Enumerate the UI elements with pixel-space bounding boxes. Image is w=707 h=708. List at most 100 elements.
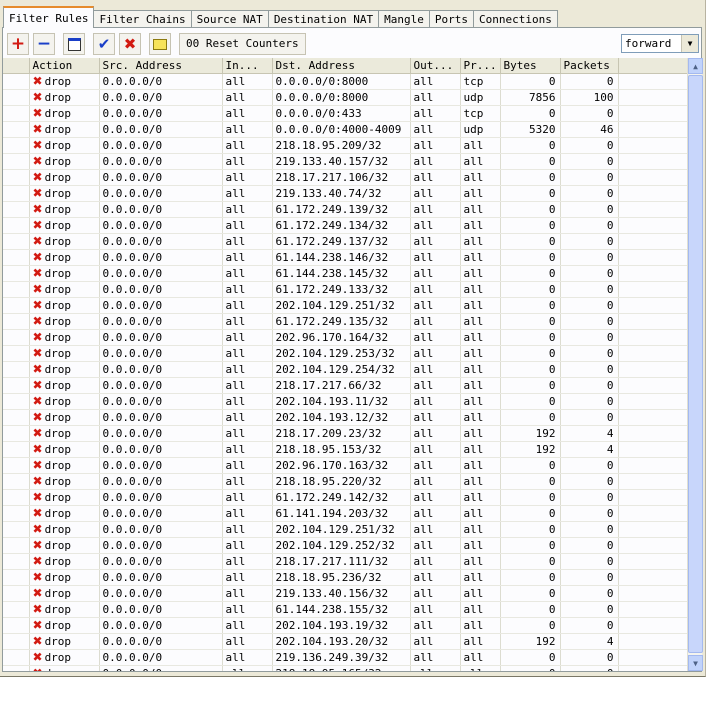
row-filler <box>618 505 687 522</box>
tab-destination-nat[interactable]: Destination NAT <box>267 10 380 28</box>
table-row[interactable]: ✖ drop 0.0.0.0/0 all 61.144.238.145/32 all all… <box>3 265 687 282</box>
col-header-src-address[interactable]: Src. Address <box>99 58 223 74</box>
table-row[interactable]: ✖ drop 0.0.0.0/0 all 202.104.193.12/32 all all… <box>3 409 687 426</box>
table-row[interactable]: ✖ drop 0.0.0.0/0 all 61.172.249.134/32 all all… <box>3 217 687 234</box>
cell-packets: 0 <box>560 457 619 474</box>
cell-packets: 0 <box>560 665 619 671</box>
tab-filter-chains[interactable]: Filter Chains <box>93 10 192 28</box>
enable-rule-button[interactable]: ✔ <box>93 33 115 55</box>
tab-ports[interactable]: Ports <box>428 10 475 28</box>
row-filler <box>618 649 687 666</box>
table-row[interactable]: ✖ drop 0.0.0.0/0 all 202.104.193.19/32 all all… <box>3 617 687 634</box>
disable-rule-button[interactable]: ✖ <box>119 33 141 55</box>
cell-dst-address: 61.172.249.139/32 <box>272 201 411 218</box>
table-row[interactable]: ✖ drop 0.0.0.0/0 all 202.104.193.11/32 all all… <box>3 393 687 410</box>
table-row[interactable]: ✖ drop 0.0.0.0/0 all 218.18.95.236/32 all all 0… <box>3 569 687 586</box>
tab-source-nat[interactable]: Source NAT <box>190 10 269 28</box>
table-row[interactable]: ✖ drop 0.0.0.0/0 all 218.17.209.23/32 all all 1… <box>3 425 687 442</box>
col-header-out-interface[interactable]: Out... <box>410 58 461 74</box>
row-marker <box>3 393 30 410</box>
table-row[interactable]: ✖ drop 0.0.0.0/0 all 61.144.238.155/32 all all… <box>3 601 687 618</box>
remove-rule-button[interactable]: − <box>33 33 55 55</box>
col-header-packets[interactable]: Packets <box>560 58 619 74</box>
scroll-down-button[interactable]: ▼ <box>688 655 703 671</box>
drop-icon: ✖ <box>32 490 43 504</box>
cell-in-interface: all <box>222 89 273 106</box>
table-row[interactable]: ✖ drop 0.0.0.0/0 all 202.104.129.251/32 all al… <box>3 521 687 538</box>
table-row[interactable]: ✖ drop 0.0.0.0/0 all 0.0.0.0/0:8000 all udp 785… <box>3 89 687 106</box>
col-header-in-interface[interactable]: In... <box>222 58 273 74</box>
scroll-thumb[interactable] <box>688 75 703 653</box>
col-header-action[interactable]: Action <box>29 58 100 74</box>
cell-packets: 4 <box>560 633 619 650</box>
action-label: drop <box>44 379 72 392</box>
table-row[interactable]: ✖ drop 0.0.0.0/0 all 218.18.95.153/32 all all 1… <box>3 441 687 458</box>
table-row[interactable]: ✖ drop 0.0.0.0/0 all 202.96.170.164/32 all all… <box>3 329 687 346</box>
table-row[interactable]: ✖ drop 0.0.0.0/0 all 61.141.194.203/32 all all… <box>3 505 687 522</box>
cell-src-address: 0.0.0.0/0 <box>99 329 223 346</box>
table-row[interactable]: ✖ drop 0.0.0.0/0 all 61.172.249.135/32 all all… <box>3 313 687 330</box>
col-header-protocol[interactable]: Pr... <box>460 58 501 74</box>
table-row[interactable]: ✖drop0.0.0.0/0all218.18.95.165/32allall0… <box>3 665 687 671</box>
cell-dst-address: 202.104.193.19/32 <box>272 617 411 634</box>
cell-dst-address: 219.133.40.157/32 <box>272 153 411 170</box>
drop-icon: ✖ <box>32 506 43 520</box>
cell-dst-address: 61.141.194.203/32 <box>272 505 411 522</box>
tab-mangle[interactable]: Mangle <box>378 10 430 28</box>
table-row[interactable]: ✖ drop 0.0.0.0/0 all 219.133.40.156/32 all all… <box>3 585 687 602</box>
table-row[interactable]: ✖ drop 0.0.0.0/0 all 61.144.238.146/32 all all… <box>3 249 687 266</box>
table-row[interactable]: ✖ drop 0.0.0.0/0 all 218.18.95.209/32 all all 0… <box>3 137 687 154</box>
cell-dst-address: 219.136.249.39/32 <box>272 649 411 666</box>
cell-packets: 0 <box>560 617 619 634</box>
drop-icon: ✖ <box>32 250 43 264</box>
cell-in-interface: all <box>222 393 273 410</box>
chain-select[interactable]: forward ▼ <box>621 34 699 53</box>
cell-packets: 0 <box>560 601 619 618</box>
cell-packets: 0 <box>560 569 619 586</box>
table-row[interactable]: ✖ drop 0.0.0.0/0 all 202.104.129.254/32 all al… <box>3 361 687 378</box>
chevron-down-icon[interactable]: ▼ <box>681 35 698 52</box>
table-row[interactable]: ✖ drop 0.0.0.0/0 all 61.172.249.137/32 all all… <box>3 233 687 250</box>
table-row[interactable]: ✖ drop 0.0.0.0/0 all 61.172.249.133/32 all all… <box>3 281 687 298</box>
col-header-dst-address[interactable]: Dst. Address <box>272 58 411 74</box>
cell-in-interface: all <box>222 297 273 314</box>
drop-icon: ✖ <box>32 106 43 120</box>
table-row[interactable]: ✖ drop 0.0.0.0/0 all 0.0.0.0/0:8000 all tcp 0 0 <box>3 73 687 90</box>
vertical-scrollbar[interactable]: ▲ ▼ <box>687 58 703 671</box>
cell-action: ✖drop <box>29 537 100 554</box>
table-row[interactable]: ✖ drop 0.0.0.0/0 all 219.136.249.39/32 all all… <box>3 649 687 666</box>
drop-icon: ✖ <box>32 298 43 312</box>
cell-out-interface: all <box>410 185 461 202</box>
table-row[interactable]: ✖ drop 0.0.0.0/0 all 219.133.40.157/32 all all… <box>3 153 687 170</box>
add-rule-button[interactable]: + <box>7 33 29 55</box>
tab-filter-rules[interactable]: Filter Rules <box>3 6 95 28</box>
table-row[interactable]: ✖ drop 0.0.0.0/0 all 202.104.193.20/32 all all… <box>3 633 687 650</box>
table-row[interactable]: ✖ drop 0.0.0.0/0 all 61.172.249.142/32 all all… <box>3 489 687 506</box>
table-row[interactable]: ✖ drop 0.0.0.0/0 all 202.104.129.251/32 all al… <box>3 297 687 314</box>
table-row[interactable]: ✖ drop 0.0.0.0/0 all 0.0.0.0/0:4000-4009 all u… <box>3 121 687 138</box>
row-filler <box>618 297 687 314</box>
folder-button[interactable] <box>149 33 171 55</box>
action-label: drop <box>44 283 72 296</box>
table-row[interactable]: ✖ drop 0.0.0.0/0 all 219.133.40.74/32 all all 0… <box>3 185 687 202</box>
table-row[interactable]: ✖ drop 0.0.0.0/0 all 218.17.217.111/32 all all… <box>3 553 687 570</box>
cell-in-interface: all <box>222 265 273 282</box>
row-filler <box>618 73 687 90</box>
row-filler <box>618 233 687 250</box>
scroll-up-button[interactable]: ▲ <box>688 58 703 74</box>
tab-connections[interactable]: Connections <box>473 10 558 28</box>
cell-out-interface: all <box>410 345 461 362</box>
table-row[interactable]: ✖ drop 0.0.0.0/0 all 218.17.217.66/32 all all 0… <box>3 377 687 394</box>
comment-button[interactable] <box>63 33 85 55</box>
table-row[interactable]: ✖ drop 0.0.0.0/0 all 202.96.170.163/32 all all… <box>3 457 687 474</box>
table-row[interactable]: ✖ drop 0.0.0.0/0 all 218.17.217.106/32 all all… <box>3 169 687 186</box>
cell-bytes: 0 <box>500 473 561 490</box>
action-label: drop <box>44 539 72 552</box>
table-row[interactable]: ✖ drop 0.0.0.0/0 all 61.172.249.139/32 all all… <box>3 201 687 218</box>
table-row[interactable]: ✖ drop 0.0.0.0/0 all 202.104.129.253/32 all al… <box>3 345 687 362</box>
table-row[interactable]: ✖ drop 0.0.0.0/0 all 218.18.95.220/32 all all 0… <box>3 473 687 490</box>
col-header-bytes[interactable]: Bytes <box>500 58 561 74</box>
table-row[interactable]: ✖ drop 0.0.0.0/0 all 202.104.129.252/32 all al… <box>3 537 687 554</box>
reset-counters-button[interactable]: 00 Reset Counters <box>179 33 306 55</box>
table-row[interactable]: ✖ drop 0.0.0.0/0 all 0.0.0.0/0:433 all tcp 0 0 <box>3 105 687 122</box>
